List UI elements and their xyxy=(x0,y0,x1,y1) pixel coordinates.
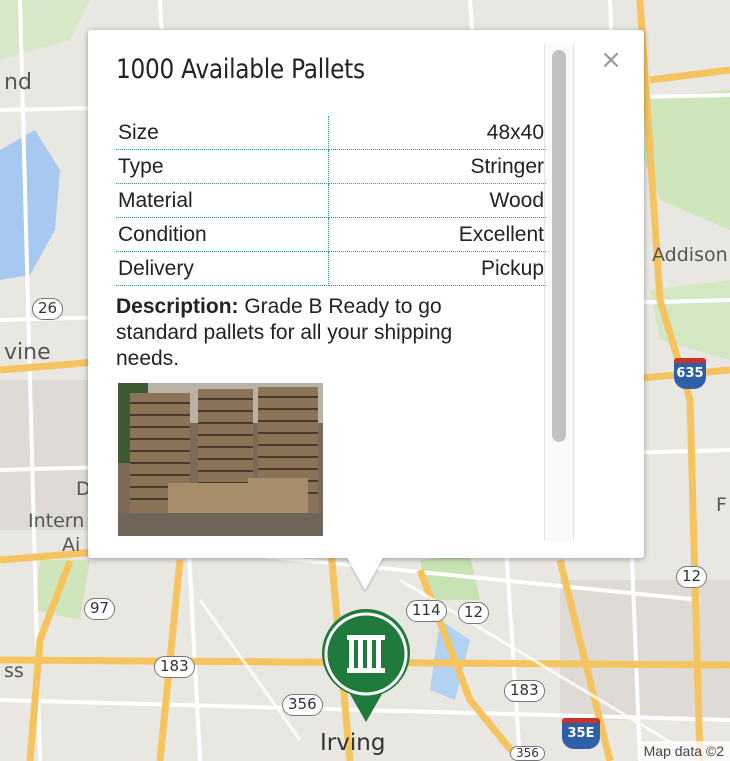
spec-value: Stringer xyxy=(328,149,546,184)
route-97-shield: 97 xyxy=(84,598,116,620)
map-label-ai: Ai xyxy=(62,534,81,556)
route-183-shield-east: 183 xyxy=(504,680,545,702)
spec-key: Size xyxy=(116,116,329,150)
map-label-intern: Intern xyxy=(28,510,85,532)
route-356-shield: 356 xyxy=(282,694,323,716)
map-attribution[interactable]: Map data ©2 xyxy=(637,741,730,761)
popup-content: 1000 Available Pallets Size 48x40 Type Stri… xyxy=(116,50,546,540)
spec-row: Type Stringer xyxy=(116,149,546,184)
spec-row: Delivery Pickup xyxy=(116,251,546,286)
spec-value: Wood xyxy=(328,183,546,218)
marker-circle xyxy=(324,612,408,696)
park-area xyxy=(0,0,90,60)
spec-row: Material Wood xyxy=(116,183,546,218)
map-label-irving: Irving xyxy=(320,730,386,756)
map-label-addison: Addison xyxy=(652,244,728,266)
route-26-shield: 26 xyxy=(32,298,64,320)
spec-value: Excellent xyxy=(328,217,546,252)
spec-key: Condition xyxy=(116,217,329,252)
route-356-shield-south: 356 xyxy=(510,746,545,761)
airport-area xyxy=(0,380,90,530)
close-icon[interactable]: × xyxy=(597,46,625,74)
route-12-shield: 12 xyxy=(458,602,490,624)
spec-key: Material xyxy=(116,183,329,218)
popup-scrollbar-thumb[interactable] xyxy=(552,50,566,442)
spec-row: Size 48x40 xyxy=(116,116,546,150)
interstate-35e-shield: 35E xyxy=(562,718,600,749)
listing-title: 1000 Available Pallets xyxy=(116,54,365,85)
spec-key: Delivery xyxy=(116,251,329,286)
spec-value: 48x40 xyxy=(328,116,546,150)
route-183-shield: 183 xyxy=(154,656,195,678)
route-12-shield-east: 12 xyxy=(676,566,708,588)
pallet-location-marker[interactable] xyxy=(320,608,412,724)
map-label-vine: vine xyxy=(4,340,51,365)
pallet-photo[interactable] xyxy=(118,383,323,536)
route-114-shield: 114 xyxy=(406,600,447,622)
map-label-f: F xyxy=(716,494,727,516)
popup-pointer xyxy=(346,556,384,590)
spec-value: Pickup xyxy=(328,251,546,286)
spec-key: Type xyxy=(116,149,329,184)
listing-description: Description: Grade B Ready to go standar… xyxy=(116,294,516,372)
map-label-nd: nd xyxy=(4,70,32,95)
specs-table: Size 48x40 Type Stringer Material Wood Conditi… xyxy=(116,116,546,286)
interstate-635-shield: 635 xyxy=(674,358,706,389)
lake xyxy=(0,130,60,280)
description-label: Description: xyxy=(116,295,239,318)
map-label-ss: ss xyxy=(4,660,24,682)
spec-row: Condition Excellent xyxy=(116,217,546,252)
